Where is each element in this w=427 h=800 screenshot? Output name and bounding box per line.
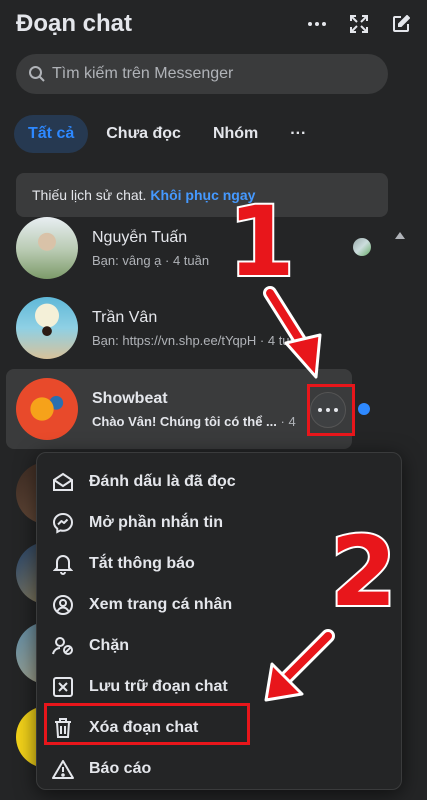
annotation-arrow-1 [263, 286, 322, 379]
expand-icon[interactable] [349, 14, 369, 34]
page-title: Đoạn chat [16, 10, 133, 37]
more-options-icon[interactable] [307, 14, 327, 34]
conversation-name: Nguyễn Tuấn [92, 228, 188, 246]
menu-item-mark-read[interactable]: Đánh dấu là đã đọc [37, 461, 401, 502]
avatar [16, 217, 78, 279]
annotation-box-more [307, 384, 355, 436]
tab-more[interactable]: ··· [276, 115, 316, 153]
block-user-icon [51, 634, 75, 658]
bell-icon [51, 552, 75, 576]
new-message-icon[interactable] [391, 14, 411, 34]
seen-avatar [353, 238, 371, 256]
filter-tabs: Tất cả Chưa đọc Nhóm ··· [14, 115, 320, 153]
warning-icon [51, 757, 75, 781]
conversation-preview: Chào Vân! Chúng tôi có thể ... · 4 [92, 413, 296, 429]
tab-unread[interactable]: Chưa đọc [92, 115, 195, 153]
tab-groups[interactable]: Nhóm [199, 115, 272, 153]
annotation-arrow-2 [264, 629, 335, 702]
search-icon [29, 66, 45, 82]
conversation-preview: Bạn: vâng ạ · 4 tuần [92, 252, 210, 268]
notice-text: Thiếu lịch sử chat. [32, 187, 147, 203]
unread-indicator [358, 403, 370, 415]
search-input[interactable]: Tìm kiếm trên Messenger [16, 54, 388, 94]
scroll-up-icon[interactable] [395, 232, 405, 239]
tab-all[interactable]: Tất cả [14, 115, 89, 153]
avatar [16, 297, 78, 359]
annotation-step-1: 1 [226, 186, 297, 298]
menu-item-report[interactable]: Báo cáo [37, 748, 401, 789]
annotation-step-2: 2 [328, 516, 399, 628]
archive-icon [51, 675, 75, 699]
annotation-box-delete [44, 703, 250, 745]
search-placeholder: Tìm kiếm trên Messenger [52, 65, 234, 82]
profile-icon [51, 593, 75, 617]
conversation-name: Showbeat [92, 389, 168, 407]
messenger-icon [51, 511, 75, 535]
header: Đoạn chat [16, 6, 411, 42]
menu-item-block[interactable]: Chặn [37, 625, 401, 666]
menu-item-archive[interactable]: Lưu trữ đoạn chat [37, 666, 401, 707]
avatar [16, 378, 78, 440]
header-actions [307, 14, 411, 34]
conversation-item[interactable]: Nguyễn Tuấn Bạn: vâng ạ · 4 tuần [6, 208, 352, 288]
mark-read-icon [51, 470, 75, 494]
